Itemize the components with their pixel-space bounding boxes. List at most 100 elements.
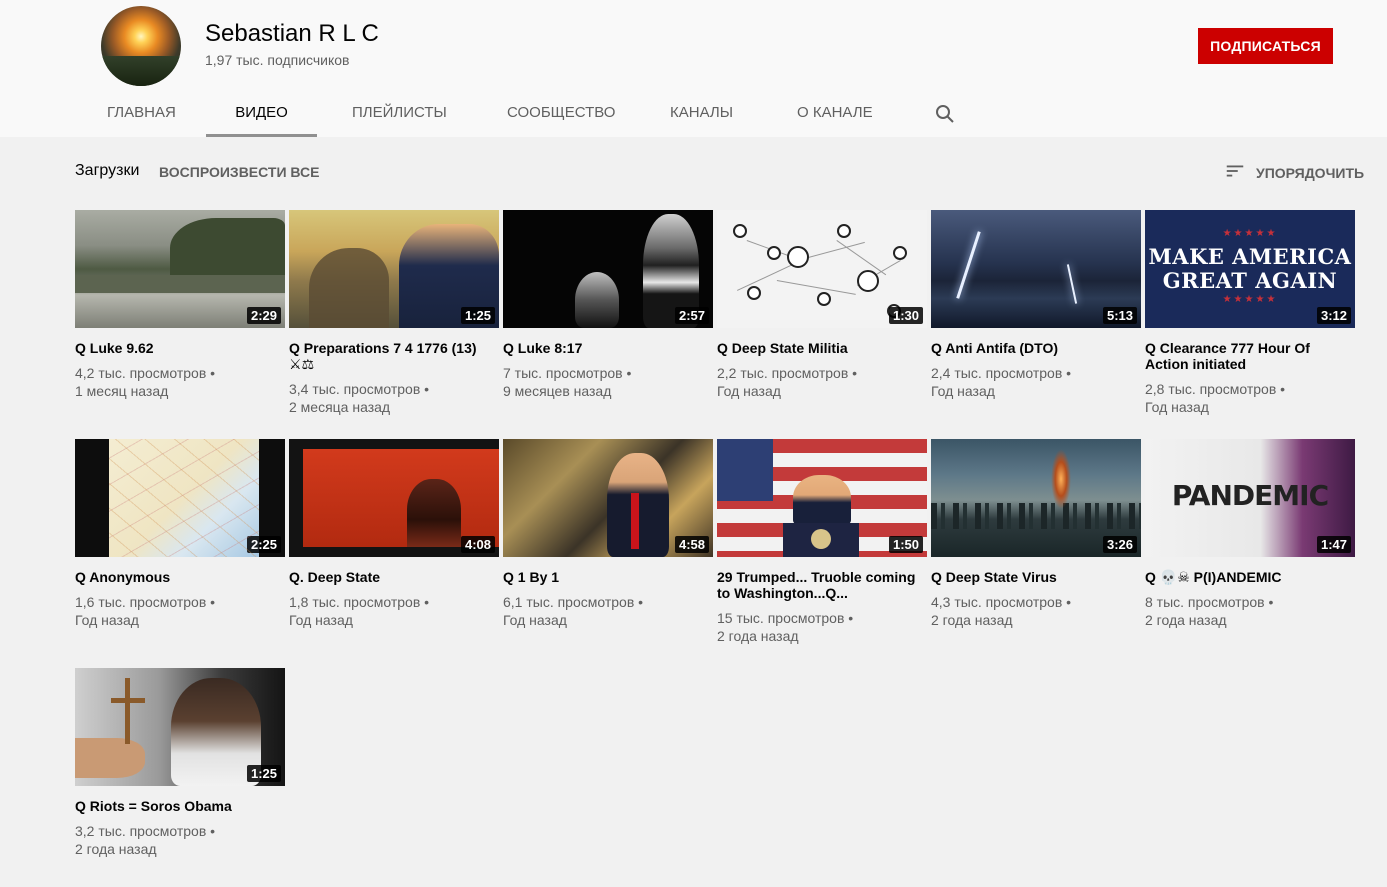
channel-tabs: ГЛАВНАЯ ВИДЕО ПЛЕЙЛИСТЫ СООБЩЕСТВО КАНАЛ… [0, 88, 1387, 137]
video-thumbnail[interactable]: ★★★★★ MAKE AMERICA GREAT AGAIN ★★★★★ 3:1… [1145, 210, 1355, 328]
video-title[interactable]: Q. Deep State [289, 569, 499, 585]
video-card[interactable]: 3:26 Q Deep State Virus 4,3 тыс. просмот… [931, 439, 1141, 629]
video-card[interactable]: 1:50 29 Trumped... Truoble coming to Was… [717, 439, 927, 645]
video-title[interactable]: 29 Trumped... Truoble coming to Washingt… [717, 569, 927, 601]
video-duration: 1:50 [888, 536, 923, 553]
video-age: Год назад [503, 612, 567, 628]
video-views: 4,3 тыс. просмотров • [931, 594, 1072, 610]
subscriber-count: 1,97 тыс. подписчиков [205, 52, 350, 68]
video-views: 4,2 тыс. просмотров • [75, 365, 216, 381]
video-title[interactable]: Q 💀☠ P(I)ANDEMIC [1145, 569, 1355, 585]
play-all-button[interactable]: ВОСПРОИЗВЕСТИ ВСЕ [159, 164, 319, 180]
video-card[interactable]: 1:25 Q Preparations 7 4 1776 (13) ⚔⚖ 3,4… [289, 210, 499, 416]
tab-home[interactable]: ГЛАВНАЯ [107, 88, 176, 137]
thumb-text-line2: GREAT AGAIN [1162, 268, 1338, 293]
sort-icon [1224, 160, 1246, 187]
channel-name: Sebastian R L C [205, 20, 379, 47]
video-views: 2,2 тыс. просмотров • [717, 365, 858, 381]
video-views: 1,8 тыс. просмотров • [289, 594, 430, 610]
video-duration: 3:26 [1102, 536, 1137, 553]
video-title[interactable]: Q Clearance 777 Hour Of Action initiated [1145, 340, 1355, 372]
video-title[interactable]: Q Deep State Militia [717, 340, 927, 356]
uploads-label: Загрузки [75, 162, 140, 179]
video-age: 2 месяца назад [289, 399, 391, 415]
video-card[interactable]: 1:25 Q Riots = Soros Obama 3,2 тыс. прос… [75, 668, 285, 858]
video-thumbnail[interactable]: 1:50 [717, 439, 927, 557]
video-duration: 2:57 [674, 307, 709, 324]
video-age: 2 года назад [717, 628, 799, 644]
video-title[interactable]: Q Preparations 7 4 1776 (13) ⚔⚖ [289, 340, 499, 372]
video-age: Год назад [1145, 399, 1209, 415]
video-thumbnail[interactable]: 5:13 [931, 210, 1141, 328]
video-duration: 1:25 [460, 307, 495, 324]
video-card[interactable]: 2:29 Q Luke 9.62 4,2 тыс. просмотров • 1… [75, 210, 285, 400]
tab-about[interactable]: О КАНАЛЕ [797, 88, 873, 137]
video-card[interactable]: 2:57 Q Luke 8:17 7 тыс. просмотров • 9 м… [503, 210, 713, 400]
video-title[interactable]: Q Riots = Soros Obama [75, 798, 285, 814]
tab-community[interactable]: СООБЩЕСТВО [507, 88, 615, 137]
video-duration: 1:47 [1316, 536, 1351, 553]
video-thumbnail[interactable]: 4:58 [503, 439, 713, 557]
channel-header: Sebastian R L C 1,97 тыс. подписчиков ПО… [0, 0, 1387, 137]
video-age: Год назад [931, 383, 995, 399]
video-age: Год назад [289, 612, 353, 628]
search-icon[interactable] [933, 102, 957, 126]
video-card[interactable]: 4:08 Q. Deep State 1,8 тыс. просмотров •… [289, 439, 499, 629]
tab-channels[interactable]: КАНАЛЫ [670, 88, 733, 137]
video-card[interactable]: 4:58 Q 1 By 1 6,1 тыс. просмотров • Год … [503, 439, 713, 629]
video-views: 7 тыс. просмотров • [503, 365, 632, 381]
video-thumbnail[interactable]: 2:29 [75, 210, 285, 328]
video-duration: 4:58 [674, 536, 709, 553]
video-thumbnail[interactable]: 2:57 [503, 210, 713, 328]
sort-label: УПОРЯДОЧИТЬ [1256, 165, 1365, 181]
tab-playlists[interactable]: ПЛЕЙЛИСТЫ [352, 88, 447, 137]
video-age: 2 года назад [931, 612, 1013, 628]
video-title[interactable]: Q Deep State Virus [931, 569, 1141, 585]
video-thumbnail[interactable]: 3:26 [931, 439, 1141, 557]
video-title[interactable]: Q 1 By 1 [503, 569, 713, 585]
video-duration: 1:25 [246, 765, 281, 782]
video-duration: 2:29 [246, 307, 281, 324]
video-card[interactable]: 1:30 Q Deep State Militia 2,2 тыс. просм… [717, 210, 927, 400]
video-duration: 2:25 [246, 536, 281, 553]
video-views: 3,2 тыс. просмотров • [75, 823, 216, 839]
video-views: 2,8 тыс. просмотров • [1145, 381, 1286, 397]
video-thumbnail[interactable]: 4:08 [289, 439, 499, 557]
video-title[interactable]: Q Anti Antifa (DTO) [931, 340, 1141, 356]
tab-videos[interactable]: ВИДЕО [206, 88, 317, 137]
video-title[interactable]: Q Anonymous [75, 569, 285, 585]
channel-avatar[interactable] [101, 6, 181, 86]
video-age: 1 месяц назад [75, 383, 169, 399]
video-card[interactable]: ★★★★★ MAKE AMERICA GREAT AGAIN ★★★★★ 3:1… [1145, 210, 1355, 416]
video-card[interactable]: PANDEMIC 1:47 Q 💀☠ P(I)ANDEMIC 8 тыс. пр… [1145, 439, 1355, 629]
video-card[interactable]: 2:25 Q Anonymous 1,6 тыс. просмотров • Г… [75, 439, 285, 629]
uploads-header: Загрузки ВОСПРОИЗВЕСТИ ВСЕ УПОРЯДОЧИТЬ [0, 162, 1387, 186]
video-views: 8 тыс. просмотров • [1145, 594, 1274, 610]
video-age: 9 месяцев назад [503, 383, 612, 399]
video-age: 2 года назад [75, 841, 157, 857]
thumb-text-line1: MAKE AMERICA [1148, 244, 1352, 269]
video-views: 2,4 тыс. просмотров • [931, 365, 1072, 381]
video-age: Год назад [75, 612, 139, 628]
video-duration: 4:08 [460, 536, 495, 553]
video-views: 6,1 тыс. просмотров • [503, 594, 644, 610]
video-thumbnail[interactable]: PANDEMIC 1:47 [1145, 439, 1355, 557]
video-age: Год назад [717, 383, 781, 399]
video-age: 2 года назад [1145, 612, 1227, 628]
video-duration: 5:13 [1102, 307, 1137, 324]
video-thumbnail[interactable]: 2:25 [75, 439, 285, 557]
video-thumbnail[interactable]: 1:25 [289, 210, 499, 328]
video-views: 1,6 тыс. просмотров • [75, 594, 216, 610]
video-views: 3,4 тыс. просмотров • [289, 381, 430, 397]
video-thumbnail[interactable]: 1:30 [717, 210, 927, 328]
video-card[interactable]: 5:13 Q Anti Antifa (DTO) 2,4 тыс. просмо… [931, 210, 1141, 400]
video-title[interactable]: Q Luke 9.62 [75, 340, 285, 356]
subscribe-button[interactable]: ПОДПИСАТЬСЯ [1198, 28, 1333, 64]
video-duration: 1:30 [888, 307, 923, 324]
thumb-stars-top: ★★★★★ [1222, 228, 1278, 239]
video-views: 15 тыс. просмотров • [717, 610, 854, 626]
sort-button[interactable]: УПОРЯДОЧИТЬ [1224, 162, 1364, 184]
video-thumbnail[interactable]: 1:25 [75, 668, 285, 786]
thumb-text: PANDEMIC [1171, 479, 1329, 512]
video-title[interactable]: Q Luke 8:17 [503, 340, 713, 356]
